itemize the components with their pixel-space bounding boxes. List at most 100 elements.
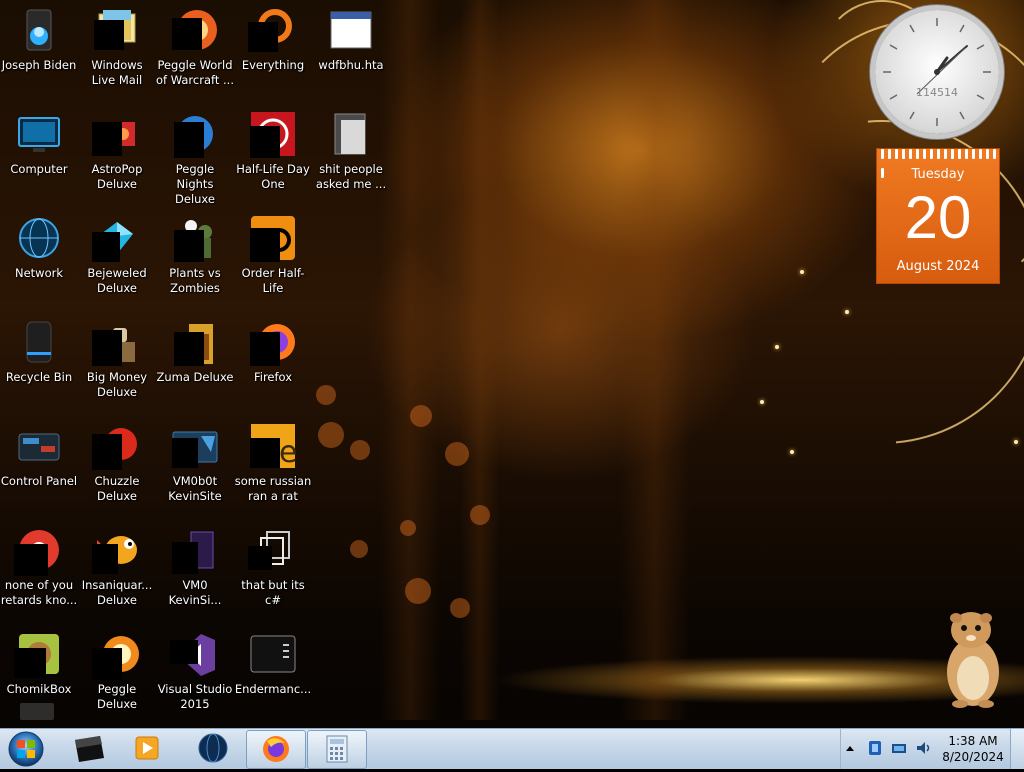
icon-label: Peggle Nights Deluxe	[175, 162, 215, 206]
icon-label: ChomikBox	[6, 682, 72, 696]
firefox-icon	[263, 736, 289, 762]
clock-gadget[interactable]: 114514	[875, 10, 999, 134]
desktop-icon-that-but-its-csharp[interactable]: that but its c#	[234, 520, 312, 624]
calculator-icon	[326, 735, 348, 763]
redaction-block	[92, 544, 118, 574]
redaction-block	[174, 230, 204, 262]
redaction-block	[174, 122, 204, 158]
redaction-block	[92, 122, 122, 156]
icon-label: Network	[14, 266, 64, 280]
desktop-icon-computer[interactable]: Computer	[0, 104, 78, 208]
redaction-block	[172, 438, 198, 468]
desktop-icon-order-half-life[interactable]: Order Half-Life	[234, 208, 312, 312]
redaction-block	[248, 22, 278, 52]
wallpaper-bokeh	[445, 442, 469, 466]
desktop-icon-everything[interactable]: Everything	[234, 0, 312, 104]
icon-label: Peggle Deluxe	[97, 682, 137, 711]
taskbar-firefox-button[interactable]	[246, 730, 306, 769]
taskbar-media-player-button[interactable]	[118, 730, 176, 767]
redaction-block	[250, 332, 280, 366]
icon-label: Endermanc...	[234, 682, 312, 696]
icon-label: Peggle World of Warcraft ...	[156, 58, 234, 87]
icon-label: wdfbhu.hta	[318, 58, 384, 72]
network-status-icon[interactable]	[890, 739, 908, 757]
desktop-icon-peggle-wow[interactable]: Peggle World of Warcraft ...	[156, 0, 234, 104]
wallpaper-sparkle	[775, 345, 779, 349]
desktop-icon-endermanch[interactable]: Endermanc...	[234, 624, 312, 728]
desktop-icon-half-life-day-one[interactable]: Half-Life Day One	[234, 104, 312, 208]
desktop-icon-astropop[interactable]: AstroPop Deluxe	[78, 104, 156, 208]
desktop-icon-some-russian[interactable]: e some russian ran a rat	[234, 416, 312, 520]
tray-app-icon[interactable]	[866, 739, 884, 757]
desktop-icon-vm0-kevinsite[interactable]: VM0 KevinSi...	[156, 520, 234, 624]
desktop-icon-chuzzle[interactable]: Chuzzle Deluxe	[78, 416, 156, 520]
windows-orb-icon	[8, 731, 44, 767]
icon-label: some russian ran a rat	[234, 474, 312, 503]
icon-label: shit people asked me ...	[315, 162, 387, 191]
desktop-icon-insaniquarium[interactable]: Insaniquar... Deluxe	[78, 520, 156, 624]
desktop-icon-bejeweled[interactable]: Bejeweled Deluxe	[78, 208, 156, 312]
wallpaper-bokeh	[405, 578, 431, 604]
desktop-icon-network[interactable]: Network	[0, 208, 78, 312]
desktop-icon-big-money[interactable]: Big Money Deluxe	[78, 312, 156, 416]
wallpaper-bokeh	[400, 520, 416, 536]
tray-separator	[840, 729, 841, 769]
redaction-block	[92, 434, 122, 470]
desktop-icon-windows-live-mail[interactable]: Windows Live Mail	[78, 0, 156, 104]
user-folder-icon	[26, 9, 52, 51]
redaction-block	[14, 544, 48, 576]
taskbar-clock-date: 8/20/2024	[942, 750, 1004, 764]
redaction-block	[14, 648, 46, 678]
wallpaper-bokeh	[350, 440, 370, 460]
redaction-block	[250, 126, 280, 158]
calendar-gadget[interactable]: Tuesday 20 August 2024	[876, 148, 1000, 284]
window-file-icon	[330, 11, 372, 49]
desktop-icon-none-of-you[interactable]: none of you retards kno...	[0, 520, 78, 624]
icon-label: Firefox	[253, 370, 293, 384]
terminal-icon	[250, 635, 296, 673]
icon-label: Zuma Deluxe	[156, 370, 234, 384]
desktop-icon-peggle-deluxe[interactable]: Peggle Deluxe	[78, 624, 156, 728]
computer-icon	[18, 117, 60, 152]
calendar-weekday: Tuesday	[911, 167, 965, 182]
redaction-block	[250, 228, 280, 262]
icon-label: none of you retards kno...	[0, 578, 78, 607]
calendar-month-year: August 2024	[896, 259, 980, 274]
clock-gadget-label: 114514	[916, 86, 958, 99]
start-button[interactable]	[3, 730, 49, 768]
desktop-icon-visual-studio[interactable]: Visual Studio 2015	[156, 624, 234, 728]
media-player-icon	[135, 736, 159, 760]
desktop-icon-joseph-biden[interactable]: Joseph Biden	[0, 0, 78, 104]
icon-label: Everything	[241, 58, 305, 72]
desktop-icon-wdfbhu-hta[interactable]: wdfbhu.hta	[312, 0, 390, 104]
icon-label: Windows Live Mail	[91, 58, 143, 87]
calendar-day-number: 20	[904, 184, 972, 251]
wallpaper-bokeh	[410, 405, 432, 427]
desktop-icon-peggle-nights[interactable]: Peggle Nights Deluxe	[156, 104, 234, 208]
hamster-image	[947, 612, 999, 708]
taskbar-calculator-button[interactable]	[307, 730, 367, 769]
wallpaper-streak	[620, 0, 690, 720]
desktop-icon-control-panel[interactable]: Control Panel	[0, 416, 78, 520]
show-desktop-button[interactable]	[1010, 729, 1024, 769]
icon-label: Insaniquar... Deluxe	[81, 578, 153, 607]
volume-icon[interactable]	[914, 739, 932, 757]
taskbar-globe-button[interactable]	[184, 730, 242, 767]
icon-label: Order Half-Life	[241, 266, 305, 295]
recycle-bin-icon	[26, 321, 52, 363]
wallpaper-bokeh	[316, 385, 336, 405]
desktop-icon-shit-people-asked[interactable]: shit people asked me ...	[312, 104, 390, 208]
desktop-icon-firefox[interactable]: Firefox	[234, 312, 312, 416]
desktop-icon-recycle-bin[interactable]: Recycle Bin	[0, 312, 78, 416]
tray-expand-arrow-icon[interactable]	[844, 743, 856, 755]
icon-label: Chuzzle Deluxe	[94, 474, 140, 503]
desktop-icon-zuma[interactable]: Zuma Deluxe	[156, 312, 234, 416]
redaction-block	[250, 438, 280, 468]
desktop-icon-vm0b0t[interactable]: VM0b0t KevinSite	[156, 416, 234, 520]
taskbar-clock[interactable]: 1:38 AM 8/20/2024	[938, 733, 1008, 765]
taskbar-app-button[interactable]	[60, 730, 118, 767]
icon-label: Control Panel	[0, 474, 78, 488]
desktop-icon-plants-vs-zombies[interactable]: Plants vs Zombies	[156, 208, 234, 312]
icon-label: Plants vs Zombies	[169, 266, 221, 295]
redaction-block	[92, 232, 120, 262]
